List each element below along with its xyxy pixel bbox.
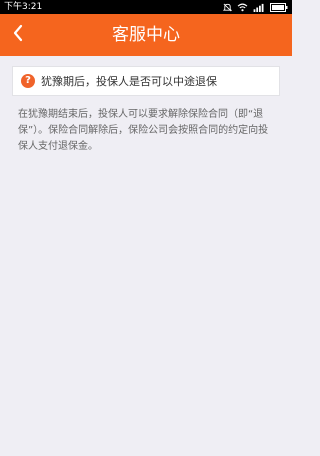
status-bar: 下午3:21 — [0, 0, 292, 14]
header-bar: 客服中心 — [0, 14, 292, 56]
page-title: 客服中心 — [112, 25, 180, 45]
battery-icon — [270, 2, 288, 12]
status-icons — [223, 0, 288, 14]
faq-question-card: ? 犹豫期后，投保人是否可以中途退保 — [12, 66, 280, 96]
status-time: 下午3:21 — [4, 2, 43, 12]
chevron-left-icon — [12, 24, 24, 46]
signal-icon — [253, 3, 265, 12]
faq-answer-text: 在犹豫期结束后，投保人可以要求解除保险合同（即“退保”）。保险合同解除后，保险公… — [18, 109, 269, 152]
wifi-icon — [237, 3, 248, 12]
faq-question-text: 犹豫期后，投保人是否可以中途退保 — [41, 75, 217, 88]
alarm-off-icon — [223, 3, 232, 12]
question-mark-icon: ? — [21, 74, 35, 88]
back-button[interactable] — [0, 14, 36, 56]
